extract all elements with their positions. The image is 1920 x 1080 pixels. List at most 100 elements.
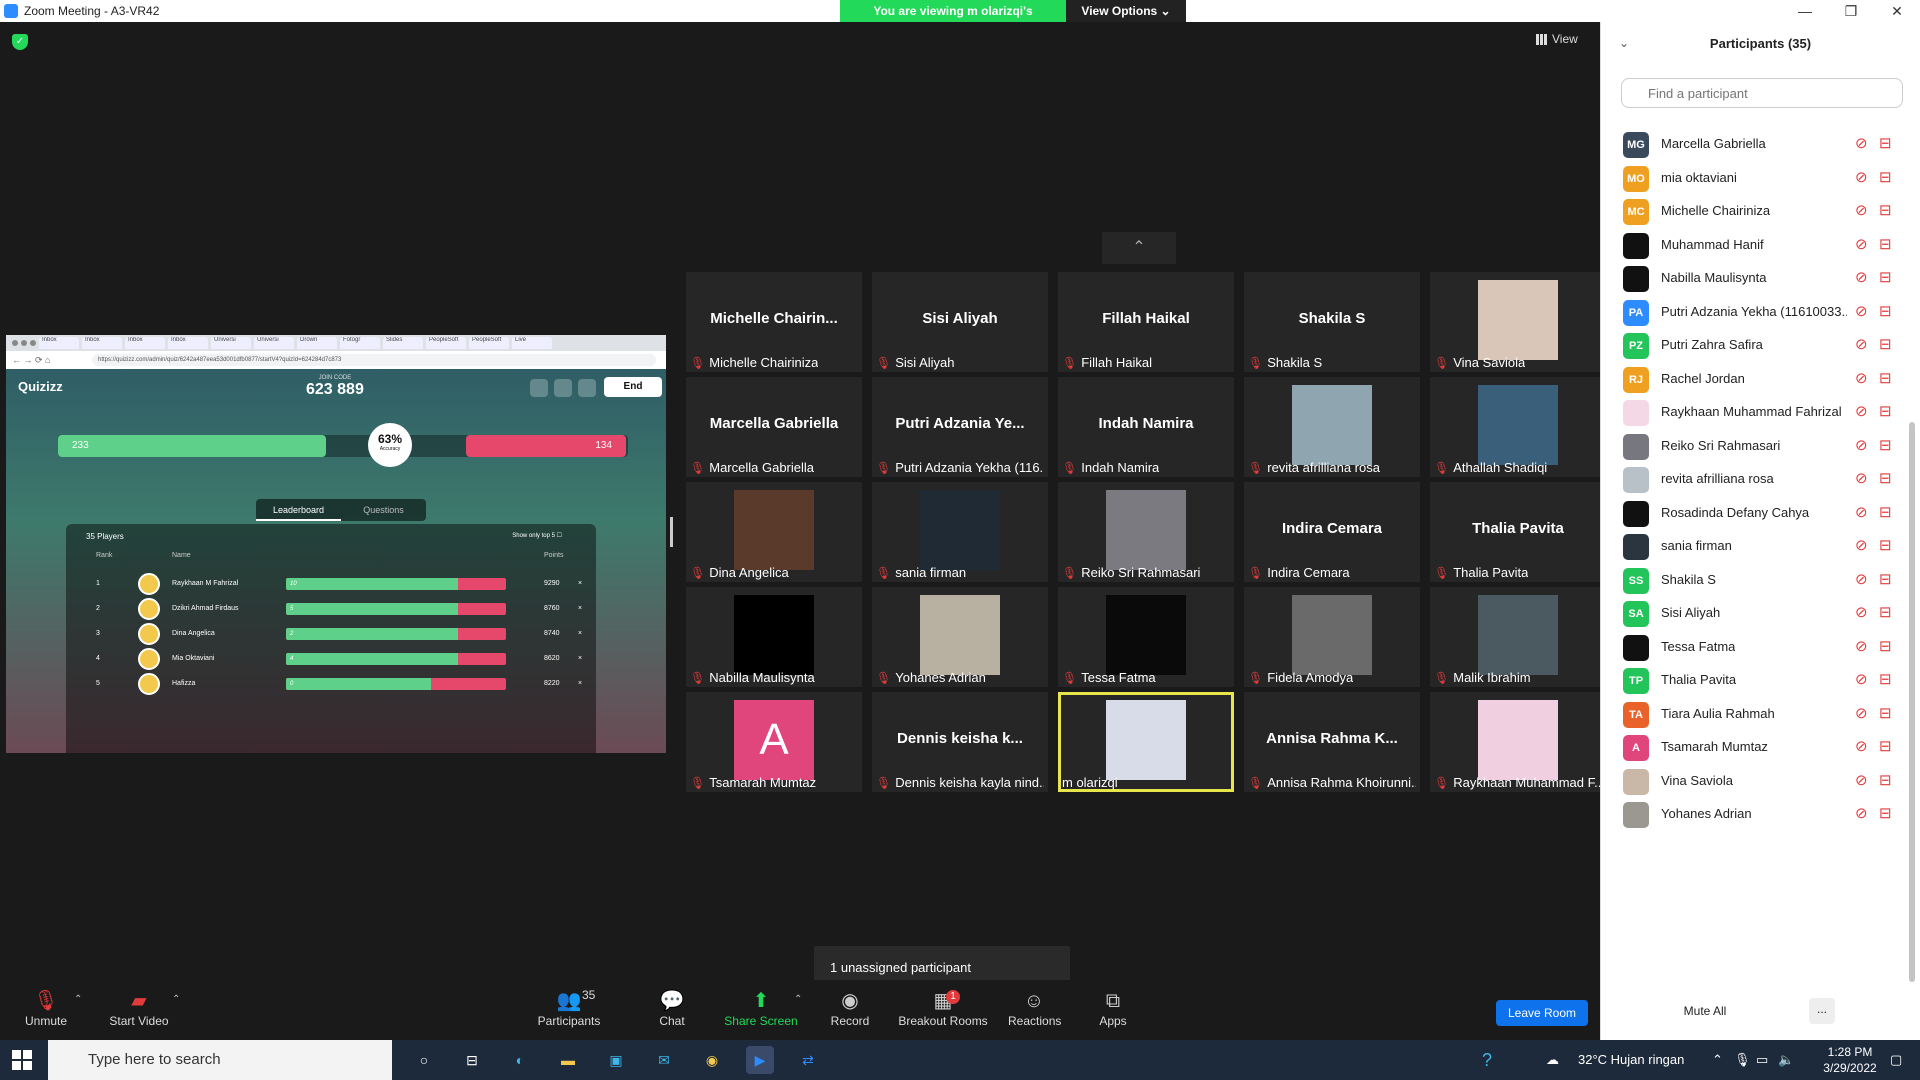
mic-muted-icon[interactable]: ⊘ <box>1855 402 1868 420</box>
security-shield-icon[interactable]: ✓ <box>12 34 28 50</box>
video-off-icon[interactable]: ⊟ <box>1879 134 1892 152</box>
close-button[interactable]: ✕ <box>1874 0 1920 22</box>
mic-muted-icon[interactable]: ⊘ <box>1855 201 1868 219</box>
video-tile[interactable]: 🎙 Tessa Fatma <box>1058 587 1234 687</box>
mic-muted-icon[interactable]: ⊘ <box>1855 302 1868 320</box>
video-tile[interactable]: Sisi Aliyah 🎙 Sisi Aliyah <box>872 272 1048 372</box>
video-off-icon[interactable]: ⊟ <box>1879 670 1892 688</box>
record-button[interactable]: ◉ Record <box>830 988 870 1028</box>
taskbar-clock[interactable]: 1:28 PM 3/29/2022 <box>1820 1044 1880 1076</box>
video-tile[interactable]: Marcella Gabriella 🎙 Marcella Gabriella <box>686 377 862 477</box>
video-off-icon[interactable]: ⊟ <box>1879 771 1892 789</box>
apps-button[interactable]: ⧉ Apps <box>1098 988 1128 1028</box>
video-tile[interactable]: 🎙 Dina Angelica <box>686 482 862 582</box>
edge-icon[interactable]: ◐ <box>506 1046 534 1074</box>
mic-muted-icon[interactable]: ⊘ <box>1855 536 1868 554</box>
audio-caret-icon[interactable]: ⌃ <box>74 994 82 1005</box>
mic-muted-icon[interactable]: ⊘ <box>1855 436 1868 454</box>
video-tile[interactable]: Fillah Haikal 🎙 Fillah Haikal <box>1058 272 1234 372</box>
mic-muted-icon[interactable]: ⊘ <box>1855 670 1868 688</box>
mic-muted-icon[interactable]: ⊘ <box>1855 168 1868 186</box>
video-tile[interactable]: 🎙 revita afrilliana rosa <box>1244 377 1420 477</box>
tray-chevron-icon[interactable]: ⌃ <box>1712 1040 1723 1080</box>
mic-muted-icon[interactable]: ⊘ <box>1855 335 1868 353</box>
mute-all-button[interactable]: Mute All <box>1663 998 1747 1024</box>
video-tile[interactable]: 🎙 Vina Saviola <box>1430 272 1606 372</box>
mic-muted-icon[interactable]: ⊘ <box>1855 603 1868 621</box>
video-tile[interactable]: 🎙 Nabilla Maulisynta <box>686 587 862 687</box>
video-tile[interactable]: A 🎙 Tsamarah Mumtaz <box>686 692 862 792</box>
chrome-icon[interactable]: ◉ <box>698 1046 726 1074</box>
video-tile[interactable]: 🎙 Athallah Shadiqi <box>1430 377 1606 477</box>
chat-button[interactable]: 💬 Chat <box>654 988 690 1028</box>
video-off-icon[interactable]: ⊟ <box>1879 737 1892 755</box>
mic-muted-icon[interactable]: ⊘ <box>1855 469 1868 487</box>
cortana-icon[interactable]: ○ <box>410 1046 438 1074</box>
video-off-icon[interactable]: ⊟ <box>1879 369 1892 387</box>
video-tile[interactable]: Michelle Chairin... 🎙 Michelle Chairiniza <box>686 272 862 372</box>
share-screen-button[interactable]: ⬆ Share Screen <box>724 988 798 1028</box>
mic-muted-icon[interactable]: ⊘ <box>1855 704 1868 722</box>
leave-room-button[interactable]: Leave Room <box>1496 1000 1588 1026</box>
mic-muted-icon[interactable]: ⊘ <box>1855 369 1868 387</box>
taskbar-search-box[interactable]: Type here to search <box>48 1040 392 1080</box>
participant-row[interactable]: Yohanes Adrian ⊘ ⊟ <box>1601 794 1907 835</box>
video-off-icon[interactable]: ⊟ <box>1879 637 1892 655</box>
video-off-icon[interactable]: ⊟ <box>1879 302 1892 320</box>
view-options-button[interactable]: View Options ⌄ <box>1066 0 1186 22</box>
video-off-icon[interactable]: ⊟ <box>1879 168 1892 186</box>
video-off-icon[interactable]: ⊟ <box>1879 603 1892 621</box>
mic-muted-icon[interactable]: ⊘ <box>1855 637 1868 655</box>
mic-muted-icon[interactable]: ⊘ <box>1855 570 1868 588</box>
video-off-icon[interactable]: ⊟ <box>1879 235 1892 253</box>
volume-icon[interactable]: 🔈 <box>1778 1040 1794 1080</box>
video-tile[interactable]: Putri Adzania Ye... 🎙 Putri Adzania Yekha … <box>872 377 1048 477</box>
maximize-button[interactable]: ❐ <box>1828 0 1874 22</box>
network-icon[interactable]: ▭ <box>1756 1040 1768 1080</box>
shared-screen[interactable]: Inbox Inbox Inbox Inbox Universi Univers… <box>6 335 666 753</box>
video-tile[interactable]: Indira Cemara 🎙 Indira Cemara <box>1244 482 1420 582</box>
weather-text[interactable]: 32°C Hujan ringan <box>1578 1040 1684 1080</box>
teamviewer-icon[interactable]: ⇄ <box>794 1046 822 1074</box>
video-tile[interactable]: 🎙 Raykhaan Muhammad F... <box>1430 692 1606 792</box>
view-button[interactable]: View <box>1536 32 1578 46</box>
video-off-icon[interactable]: ⊟ <box>1879 436 1892 454</box>
video-tile[interactable]: Indah Namira 🎙 Indah Namira <box>1058 377 1234 477</box>
video-off-icon[interactable]: ⊟ <box>1879 503 1892 521</box>
video-off-icon[interactable]: ⊟ <box>1879 704 1892 722</box>
video-tile[interactable]: Thalia Pavita 🎙 Thalia Pavita <box>1430 482 1606 582</box>
file-explorer-icon[interactable]: ▬ <box>554 1046 582 1074</box>
store-icon[interactable]: ▣ <box>602 1046 630 1074</box>
task-view-icon[interactable]: ⊟ <box>458 1046 486 1074</box>
video-tile[interactable]: Dennis keisha k... 🎙 Dennis keisha kayla n… <box>872 692 1048 792</box>
video-tile[interactable]: m olarizqi <box>1058 692 1234 792</box>
participant-search-input[interactable] <box>1621 78 1903 108</box>
mic-muted-icon[interactable]: ⊘ <box>1855 268 1868 286</box>
video-caret-icon[interactable]: ⌃ <box>172 994 180 1005</box>
mic-muted-icon[interactable]: ⊘ <box>1855 235 1868 253</box>
mail-icon[interactable]: ✉ <box>650 1046 678 1074</box>
video-off-icon[interactable]: ⊟ <box>1879 469 1892 487</box>
breakout-rooms-button[interactable]: ▦ 1 Breakout Rooms <box>898 988 988 1028</box>
video-off-icon[interactable]: ⊟ <box>1879 201 1892 219</box>
video-tile[interactable]: Shakila S 🎙 Shakila S <box>1244 272 1420 372</box>
zoom-taskbar-icon[interactable]: ▶ <box>746 1046 774 1074</box>
split-resize-handle[interactable] <box>670 517 673 547</box>
video-tile[interactable]: 🎙 Fidela Amodya <box>1244 587 1420 687</box>
share-caret-icon[interactable]: ⌃ <box>794 994 802 1005</box>
video-tile[interactable]: 🎙 sania firman <box>872 482 1048 582</box>
video-tile[interactable]: 🎙 Yohanes Adrian <box>872 587 1048 687</box>
windows-start-icon[interactable] <box>12 1050 32 1070</box>
video-tile[interactable]: Annisa Rahma K... 🎙 Annisa Rahma Khoirunni… <box>1244 692 1420 792</box>
mic-muted-icon[interactable]: ⊘ <box>1855 737 1868 755</box>
unmute-button[interactable]: 🎙 Unmute <box>24 988 68 1028</box>
participants-button[interactable]: 👥 35 Participants <box>534 988 604 1028</box>
grid-page-up-button[interactable]: ⌃ <box>1102 232 1176 264</box>
more-options-button[interactable]: ... <box>1809 998 1835 1024</box>
video-off-icon[interactable]: ⊟ <box>1879 402 1892 420</box>
mic-muted-icon[interactable]: ⊘ <box>1855 771 1868 789</box>
notifications-icon[interactable]: ▢ <box>1890 1040 1902 1080</box>
start-video-button[interactable]: ▰ Start Video <box>106 988 172 1028</box>
mic-muted-icon[interactable]: ⊘ <box>1855 804 1868 822</box>
reactions-button[interactable]: ☺ Reactions <box>1008 988 1061 1028</box>
